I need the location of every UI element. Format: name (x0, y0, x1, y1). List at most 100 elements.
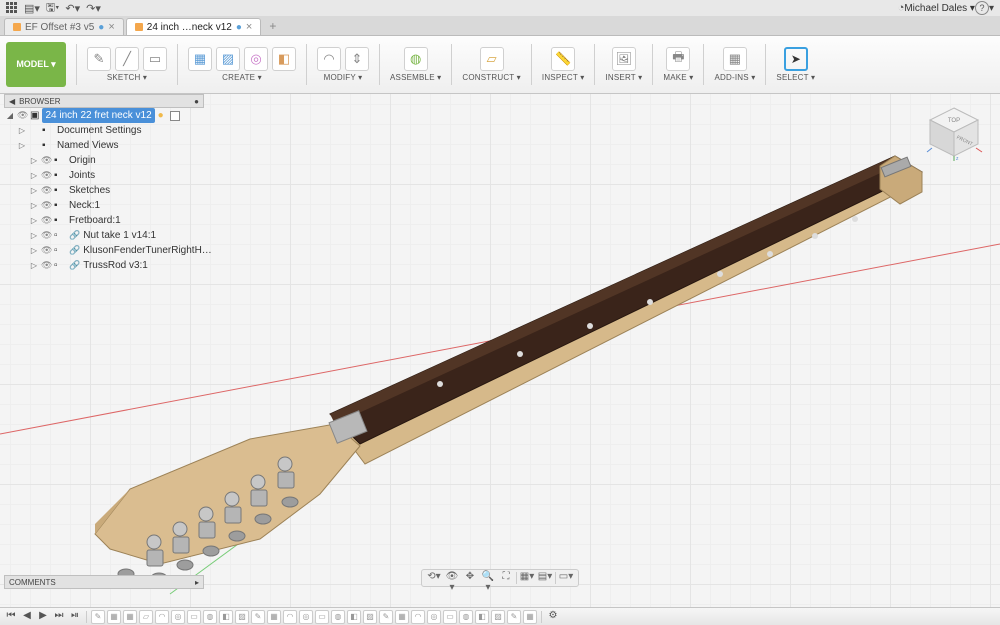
timeline-feature[interactable]: ▱ (139, 610, 153, 624)
viewcube[interactable]: TOP FRONT z (924, 102, 984, 162)
expand-icon[interactable]: ▷ (30, 186, 38, 195)
grid-icon[interactable]: ▤▾ (537, 571, 553, 585)
tree-item[interactable]: ▷👁▫🔗TrussRod v3:1 (4, 258, 226, 273)
timeline-feature[interactable]: ▦ (523, 610, 537, 624)
browser-menu-icon[interactable]: ● (194, 97, 199, 106)
group-modify[interactable]: ◠ ⇕ MODIFY ▾ (311, 36, 375, 93)
tree-item[interactable]: ▷👁▪Sketches (4, 183, 226, 198)
close-icon[interactable]: × (108, 21, 114, 33)
make-icon[interactable]: 🖶 (666, 47, 690, 71)
box-icon[interactable]: ◧ (272, 47, 296, 71)
close-icon[interactable]: × (246, 21, 252, 33)
help-chevron[interactable]: ▾ (989, 3, 994, 14)
tree-item[interactable]: ▷👁▫🔗Nut take 1 v14:1 (4, 228, 226, 243)
line-icon[interactable]: ╱ (115, 47, 139, 71)
visibility-icon[interactable]: 👁 (41, 170, 51, 181)
joint-icon[interactable]: ◍ (404, 47, 428, 71)
group-addins[interactable]: ▦ ADD-INS ▾ (708, 36, 761, 93)
tree-item[interactable]: ▷👁▪Neck:1 (4, 198, 226, 213)
timeline-feature[interactable]: ▭ (315, 610, 329, 624)
tree-item[interactable]: ▷👁▪Joints (4, 168, 226, 183)
group-insert[interactable]: 🖼 INSERT ▾ (599, 36, 648, 93)
timeline-feature[interactable]: ◎ (427, 610, 441, 624)
comments-header[interactable]: COMMENTS ▸ (4, 575, 204, 589)
timeline-feature[interactable]: ✎ (91, 610, 105, 624)
timeline-feature[interactable]: ▨ (491, 610, 505, 624)
hole-icon[interactable]: ◎ (244, 47, 268, 71)
timeline-feature[interactable]: ▦ (123, 610, 137, 624)
viewport-icon[interactable]: ▭▾ (558, 571, 574, 585)
fit-icon[interactable]: ⛶ (498, 571, 514, 585)
expand-icon[interactable]: ▷ (30, 246, 38, 255)
timeline-feature[interactable]: ▦ (395, 610, 409, 624)
timeline-feature[interactable]: ▨ (363, 610, 377, 624)
expand-icon[interactable]: ▸ (195, 578, 199, 587)
plane-icon[interactable]: ▱ (480, 47, 504, 71)
tree-item[interactable]: ▷👁▪Origin (4, 153, 226, 168)
rect-icon[interactable]: ▭ (143, 47, 167, 71)
timeline-feature[interactable]: ▦ (107, 610, 121, 624)
extrude-icon[interactable]: ▦ (188, 47, 212, 71)
help-icon[interactable]: ? (975, 1, 989, 15)
group-sketch[interactable]: ✎ ╱ ▭ SKETCH ▾ (81, 36, 173, 93)
tab-neck[interactable]: 24 inch …neck v12 ● × (126, 18, 262, 35)
visibility-icon[interactable]: 👁 (41, 230, 51, 241)
orbit-icon[interactable]: ⟲▾ (426, 571, 442, 585)
select-icon[interactable]: ➤ (784, 47, 808, 71)
group-construct[interactable]: ▱ CONSTRUCT ▾ (456, 36, 527, 93)
visibility-icon[interactable]: 👁 (41, 215, 51, 226)
addins-icon[interactable]: ▦ (723, 47, 747, 71)
group-make[interactable]: 🖶 MAKE ▾ (657, 36, 699, 93)
display-icon[interactable]: ▦▾ (519, 571, 535, 585)
revolve-icon[interactable]: ▨ (216, 47, 240, 71)
timeline-feature[interactable]: ◎ (171, 610, 185, 624)
tree-item[interactable]: ▷▪Document Settings (4, 123, 226, 138)
group-assemble[interactable]: ◍ ASSEMBLE ▾ (384, 36, 447, 93)
timeline-fwd-icon[interactable]: ⏭ (52, 610, 66, 624)
timeline-feature[interactable]: ◍ (331, 610, 345, 624)
timeline-feature[interactable]: ✎ (507, 610, 521, 624)
press-pull-icon[interactable]: ⇕ (345, 47, 369, 71)
expand-icon[interactable]: ◢ (6, 111, 14, 120)
expand-icon[interactable]: ▷ (30, 156, 38, 165)
expand-icon[interactable]: ▷ (30, 231, 38, 240)
timeline-feature[interactable]: ✎ (379, 610, 393, 624)
expand-icon[interactable]: ▷ (18, 126, 26, 135)
timeline-feature[interactable]: ◠ (411, 610, 425, 624)
viewport[interactable]: TOP FRONT z ◀ BROWSER ● ◢ 👁 ▣ 24 inch 22… (0, 94, 1000, 607)
timeline-feature[interactable]: ◠ (155, 610, 169, 624)
expand-icon[interactable]: ▷ (30, 261, 38, 270)
browser-header[interactable]: ◀ BROWSER ● (4, 94, 204, 108)
visibility-icon[interactable]: 👁 (41, 200, 51, 211)
measure-icon[interactable]: 📏 (551, 47, 575, 71)
expand-icon[interactable]: ▷ (30, 201, 38, 210)
new-tab-icon[interactable]: + (263, 17, 282, 35)
tree-item[interactable]: ▷▪Named Views (4, 138, 226, 153)
timeline-back-icon[interactable]: ◀ (20, 610, 34, 624)
timeline-settings-icon[interactable]: ⚙ (546, 610, 560, 624)
timeline-feature[interactable]: ✎ (251, 610, 265, 624)
timeline-feature[interactable]: ◎ (299, 610, 313, 624)
clock-icon[interactable]: ◔ (898, 2, 905, 14)
timeline-feature[interactable]: ▭ (187, 610, 201, 624)
file-icon[interactable]: ▤▾ (24, 2, 40, 15)
group-create[interactable]: ▦ ▨ ◎ ◧ CREATE ▾ (182, 36, 302, 93)
timeline-feature[interactable]: ◧ (347, 610, 361, 624)
visibility-icon[interactable]: 👁 (17, 110, 27, 121)
fillet-icon[interactable]: ◠ (317, 47, 341, 71)
redo-icon[interactable]: ↷▾ (86, 2, 101, 15)
user-menu[interactable]: Michael Dales ▾ (904, 3, 975, 14)
tree-item[interactable]: ▷👁▪Fretboard:1 (4, 213, 226, 228)
tree-item[interactable]: ▷👁▫🔗KlusonFenderTunerRightH… (4, 243, 226, 258)
pan-icon[interactable]: ✥ (462, 571, 478, 585)
tree-root-row[interactable]: ◢ 👁 ▣ 24 inch 22 fret neck v12 ● (4, 108, 226, 123)
timeline-feature[interactable]: ▭ (443, 610, 457, 624)
visibility-icon[interactable]: 👁 (41, 245, 51, 256)
group-select[interactable]: ➤ SELECT ▾ (770, 36, 821, 93)
expand-icon[interactable]: ▷ (30, 171, 38, 180)
visibility-icon[interactable]: 👁 (41, 155, 51, 166)
expand-icon[interactable]: ▷ (18, 141, 26, 150)
timeline-feature[interactable]: ◧ (475, 610, 489, 624)
expand-icon[interactable]: ▷ (30, 216, 38, 225)
visibility-icon[interactable]: 👁 (41, 260, 51, 271)
